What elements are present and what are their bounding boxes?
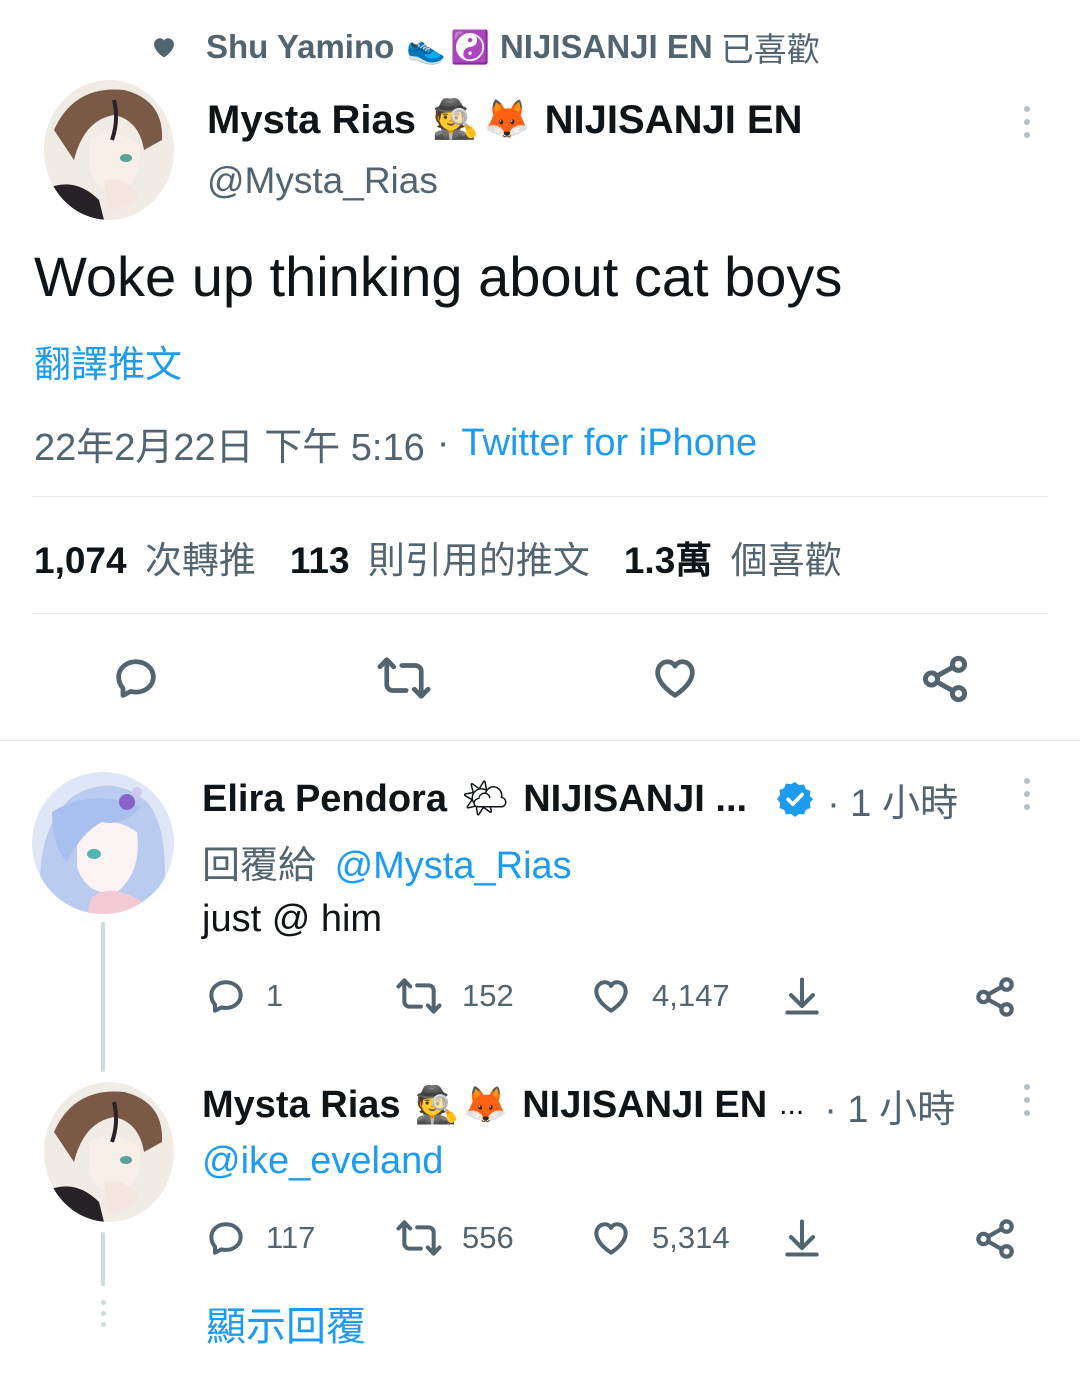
like-count: 4,147 xyxy=(652,978,730,1013)
heart-outline-icon xyxy=(594,980,628,1013)
detective-emoji-icon: 🕵 xyxy=(414,1084,460,1125)
likes-stat[interactable]: 1.3萬 個喜歡 xyxy=(624,530,842,584)
display-name[interactable]: Mysta Rias xyxy=(202,1084,401,1127)
author-org: NIJISANJI EN xyxy=(544,97,803,142)
author-org: NIJISANJI ... xyxy=(523,777,748,820)
more-options-icon[interactable] xyxy=(1022,1084,1032,1116)
share-icon xyxy=(922,655,968,703)
reply-time[interactable]: · 1 小時 xyxy=(824,1078,955,1133)
download-arrow-icon xyxy=(785,1219,819,1257)
thread-line xyxy=(101,1232,105,1286)
tweet-source[interactable]: Twitter for iPhone xyxy=(461,422,757,465)
section-divider xyxy=(0,740,1080,741)
reply-header: Mysta Rias 🕵 🦊 NIJISANJI EN ... · 1 小時 xyxy=(202,1082,955,1131)
reply-text: just @ him xyxy=(202,898,383,940)
heart-filled-icon xyxy=(154,38,174,58)
sneaker-emoji-icon: 👟 xyxy=(406,29,447,65)
tweet-meta: 22年2月22日 下午 5:16 · Twitter for iPhone xyxy=(34,416,757,471)
tweet-text: Woke up thinking about cat boys xyxy=(34,245,843,308)
retweets-count: 1,074 xyxy=(34,540,127,581)
thread-continuation-dots xyxy=(98,1300,108,1327)
quotes-count: 113 xyxy=(289,540,350,581)
reply-icon xyxy=(209,980,243,1013)
thread-line xyxy=(101,922,105,1072)
sun-behind-cloud-emoji-icon: 🌤 xyxy=(460,778,510,820)
reply-icon xyxy=(209,1222,243,1255)
yin-yang-emoji-icon: ☯️ xyxy=(450,29,490,65)
quotes-label: 則引用的推文 xyxy=(367,540,590,581)
avatar-image xyxy=(44,1082,174,1222)
avatar-image xyxy=(32,772,174,914)
social-context: Shu Yamino 👟 ☯️ NIJISANJI EN 已喜歡 xyxy=(150,24,820,70)
more-options-icon[interactable] xyxy=(1022,106,1032,138)
avatar[interactable] xyxy=(44,80,174,220)
main-tweet-author[interactable]: Mysta Rias 🕵 🦊 NIJISANJI EN xyxy=(207,96,803,144)
reply-time[interactable]: · 1 小時 xyxy=(827,772,958,827)
like-button[interactable]: 4,147 xyxy=(588,974,730,1018)
retweet-button[interactable]: 556 xyxy=(394,1216,514,1260)
avatar-image xyxy=(44,80,174,220)
quotes-stat[interactable]: 113 則引用的推文 xyxy=(290,530,590,584)
avatar[interactable] xyxy=(32,772,174,914)
reply-button[interactable]: 1 xyxy=(204,974,283,1018)
share-button[interactable] xyxy=(972,1216,1018,1262)
tweet-stats: 1,074 次轉推 113 則引用的推文 1.3萬 個喜歡 xyxy=(34,530,842,584)
fox-emoji-icon: 🦊 xyxy=(483,99,531,141)
download-button[interactable] xyxy=(780,974,824,1018)
meta-separator: · xyxy=(436,422,450,464)
display-name[interactable]: Elira Pendora xyxy=(202,778,447,821)
liker-org: NIJISANJI EN xyxy=(499,28,713,65)
reply-count: 1 xyxy=(266,978,284,1013)
retweets-stat[interactable]: 1,074 次轉推 xyxy=(34,530,256,584)
author-handle[interactable]: @Mysta_Rias xyxy=(207,160,438,202)
reply-to-prefix: 回覆給 xyxy=(202,845,317,887)
show-replies-link[interactable]: 顯示回覆 xyxy=(206,1294,366,1352)
timestamp[interactable]: 22年2月22日 下午 5:16 xyxy=(34,416,425,471)
verified-badge-icon xyxy=(777,782,814,817)
like-count: 5,314 xyxy=(652,1220,730,1255)
liked-label: 已喜歡 xyxy=(720,31,820,68)
share-button[interactable] xyxy=(918,652,972,706)
reply-button[interactable] xyxy=(110,652,162,704)
share-icon xyxy=(976,977,1014,1017)
detective-emoji-icon: 🕵 xyxy=(431,99,480,141)
likes-count: 1.3萬 xyxy=(623,540,713,581)
reply-icon xyxy=(116,659,156,698)
retweet-icon xyxy=(396,978,442,1014)
translate-tweet-link[interactable]: 翻譯推文 xyxy=(34,334,182,388)
retweets-label: 次轉推 xyxy=(144,540,256,581)
retweet-button[interactable] xyxy=(376,652,432,704)
reply-header: Elira Pendora 🌤 NIJISANJI ... · 1 小時 xyxy=(202,776,958,825)
like-button[interactable]: 5,314 xyxy=(588,1216,730,1260)
reply-button[interactable]: 117 xyxy=(204,1216,315,1260)
retweet-icon xyxy=(377,657,431,699)
retweet-button[interactable]: 152 xyxy=(394,974,514,1018)
like-button[interactable] xyxy=(648,652,702,704)
retweet-count: 152 xyxy=(462,978,514,1013)
likes-label: 個喜歡 xyxy=(730,540,842,581)
reply-to-handle[interactable]: @Mysta_Rias xyxy=(335,845,572,887)
heart-outline-icon xyxy=(594,1222,628,1255)
name-ellipsis: ... xyxy=(779,1088,805,1121)
divider xyxy=(32,613,1048,614)
display-name: Mysta Rias xyxy=(207,97,416,142)
retweet-icon xyxy=(396,1220,442,1256)
fox-emoji-icon: 🦊 xyxy=(463,1084,509,1125)
divider xyxy=(32,496,1048,497)
share-icon xyxy=(976,1219,1014,1259)
heart-outline-icon xyxy=(655,659,695,698)
avatar[interactable] xyxy=(44,1082,174,1222)
author-org: NIJISANJI EN xyxy=(522,1083,768,1126)
share-button[interactable] xyxy=(972,974,1018,1020)
retweet-count: 556 xyxy=(462,1220,514,1255)
more-options-icon[interactable] xyxy=(1022,778,1032,810)
download-button[interactable] xyxy=(780,1216,824,1260)
mention-link[interactable]: @ike_eveland xyxy=(202,1140,443,1183)
download-arrow-icon xyxy=(785,977,819,1015)
reply-to-line: 回覆給 @Mysta_Rias xyxy=(202,834,572,889)
reply-count: 117 xyxy=(266,1220,316,1255)
liker-name[interactable]: Shu Yamino xyxy=(206,28,394,66)
